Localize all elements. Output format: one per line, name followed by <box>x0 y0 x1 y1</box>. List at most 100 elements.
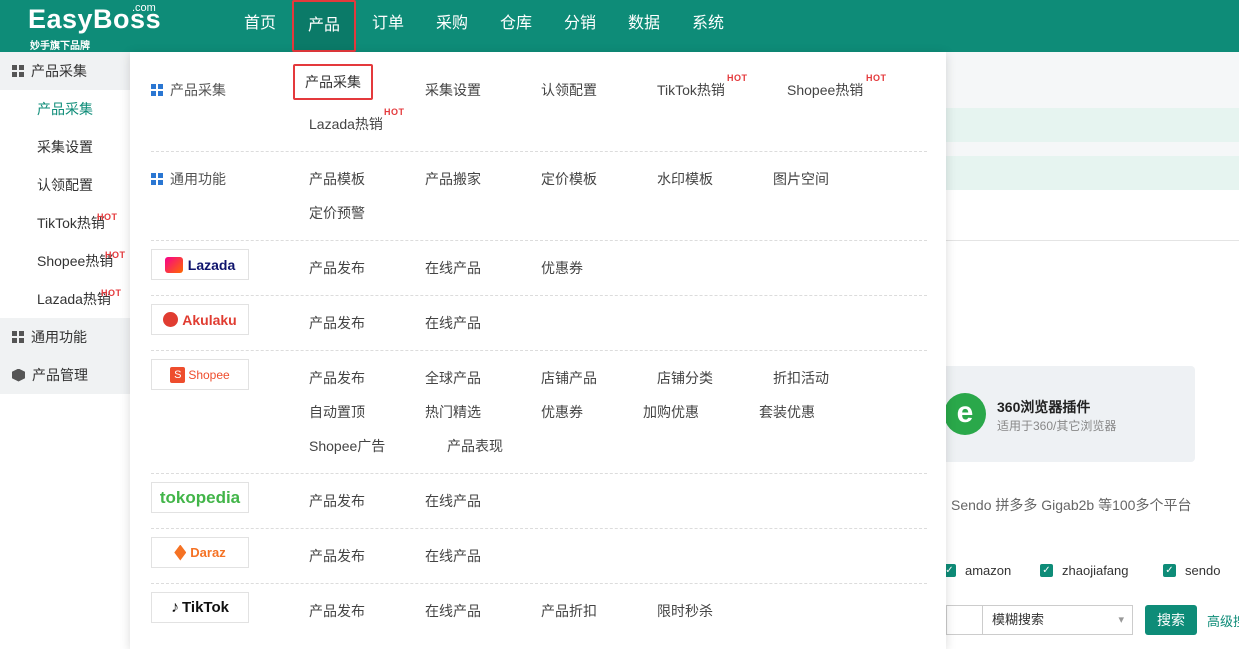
extension-card[interactable]: e 360浏览器插件 适用于360/其它浏览器 <box>930 366 1195 462</box>
brand-logo[interactable]: EasyBoss .com 妙手旗下品牌 <box>28 2 161 52</box>
bg-band <box>946 52 1239 108</box>
sidebar-item-label: TikTok热销 <box>37 215 105 231</box>
menu-link-tokopedia-online[interactable]: 在线产品 <box>425 491 481 511</box>
dropdown-section-collect: 产品采集 产品采集 采集设置 认领配置 TikTok热销 HOT Shopee热… <box>151 52 927 152</box>
hot-badge: HOT <box>727 73 748 83</box>
section-label: 通用功能 <box>151 169 226 189</box>
nav-warehouse[interactable]: 仓库 <box>484 0 548 52</box>
menu-link-tiktok-hot[interactable]: TikTok热销 HOT <box>657 73 747 100</box>
logo-text: Daraz <box>190 545 226 560</box>
menu-link-lazada-publish[interactable]: 产品发布 <box>309 258 365 278</box>
menu-link-shopee-store-category[interactable]: 店铺分类 <box>657 368 713 388</box>
section-label-text: 产品采集 <box>170 82 226 98</box>
menu-link-shopee-ads[interactable]: Shopee广告 <box>309 436 385 456</box>
tiktok-logo: ♪ TikTok <box>151 592 249 623</box>
menu-link-akulaku-online[interactable]: 在线产品 <box>425 313 481 333</box>
menu-link-daraz-publish[interactable]: 产品发布 <box>309 546 365 566</box>
grid-icon <box>151 84 163 96</box>
menu-link-claim-config[interactable]: 认领配置 <box>541 80 597 100</box>
sidebar-group-collect[interactable]: 产品采集 <box>0 52 130 90</box>
menu-link-tiktok-discount[interactable]: 产品折扣 <box>541 601 597 621</box>
lazada-heart-icon <box>164 256 183 273</box>
menu-link-product-move[interactable]: 产品搬家 <box>425 169 481 189</box>
logo-text: Lazada <box>187 256 236 273</box>
menu-link-shopee-store-products[interactable]: 店铺产品 <box>541 368 597 388</box>
akulaku-icon <box>163 312 179 327</box>
hot-badge: HOT <box>866 73 887 83</box>
menu-link-shopee-top-picks[interactable]: 热门精选 <box>425 402 481 422</box>
menu-link-tiktok-online[interactable]: 在线产品 <box>425 601 481 621</box>
menu-link-pricing-alert[interactable]: 定价预警 <box>309 203 365 223</box>
menu-link-shopee-coupon[interactable]: 优惠券 <box>541 402 583 422</box>
nav-data[interactable]: 数据 <box>612 0 676 52</box>
nav-purchase[interactable]: 采购 <box>420 0 484 52</box>
menu-link-product-collect[interactable]: 产品采集 <box>293 64 373 100</box>
divider <box>946 240 1239 241</box>
shopee-bag-icon: S <box>170 366 186 383</box>
dropdown-section-shopee: S Shopee 产品发布 全球产品 店铺产品 店铺分类 折扣活动 自动置顶 热… <box>151 351 927 474</box>
akulaku-logo: Akulaku <box>151 304 249 335</box>
checkbox-sendo[interactable]: ✓ sendo <box>1163 563 1220 578</box>
menu-link-shopee-bundle-deal[interactable]: 套装优惠 <box>759 402 815 422</box>
sidebar-group-general[interactable]: 通用功能 <box>0 318 130 356</box>
menu-link-label: Shopee热销 <box>787 82 864 98</box>
main-nav: 首页 产品 订单 采购 仓库 分销 数据 系统 <box>228 0 740 52</box>
menu-link-shopee-publish[interactable]: 产品发布 <box>309 368 365 388</box>
sidebar-group-label: 产品采集 <box>31 63 87 79</box>
menu-link-tiktok-flash-sale[interactable]: 限时秒杀 <box>657 601 713 621</box>
menu-link-pricing-template[interactable]: 定价模板 <box>541 169 597 189</box>
daraz-icon <box>174 544 187 561</box>
sidebar-item-collect[interactable]: 产品采集 <box>0 90 130 128</box>
dropdown-section-tokopedia: tokopedia 产品发布 在线产品 <box>151 474 927 529</box>
lazada-logo: Lazada <box>151 249 249 280</box>
menu-link-tiktok-publish[interactable]: 产品发布 <box>309 601 365 621</box>
search-button[interactable]: 搜索 <box>1145 605 1197 635</box>
section-label-text: 通用功能 <box>170 171 226 187</box>
menu-link-shopee-discount[interactable]: 折扣活动 <box>773 368 829 388</box>
checkbox-zhaojiafang[interactable]: ✓ zhaojiafang <box>1040 563 1129 578</box>
menu-link-shopee-hot[interactable]: Shopee热销 HOT <box>787 73 886 100</box>
menu-link-shopee-addon-deal[interactable]: 加购优惠 <box>643 402 699 422</box>
sidebar-item-label: Shopee热销 <box>37 253 114 269</box>
sidebar-group-product-manage[interactable]: 产品管理 <box>0 356 130 394</box>
nav-order[interactable]: 订单 <box>356 0 420 52</box>
nav-product[interactable]: 产品 <box>292 0 356 52</box>
platforms-text: Sendo 拼多多 Gigab2b 等100多个平台 <box>951 497 1192 513</box>
shopee-logo: S Shopee <box>151 359 249 390</box>
menu-link-lazada-coupon[interactable]: 优惠券 <box>541 258 583 278</box>
nav-distribution[interactable]: 分销 <box>548 0 612 52</box>
nav-home[interactable]: 首页 <box>228 0 292 52</box>
hot-badge: HOT <box>101 288 122 298</box>
menu-link-shopee-global[interactable]: 全球产品 <box>425 368 481 388</box>
nav-system[interactable]: 系统 <box>676 0 740 52</box>
menu-link-image-space[interactable]: 图片空间 <box>773 169 829 189</box>
logo-text: Shopee <box>188 367 230 382</box>
dropdown-section-daraz: Daraz 产品发布 在线产品 <box>151 529 927 584</box>
sidebar-item-lazada-hot[interactable]: Lazada热销 HOT <box>0 280 130 318</box>
menu-link-product-template[interactable]: 产品模板 <box>309 169 365 189</box>
checkbox-label: zhaojiafang <box>1062 563 1129 578</box>
menu-link-lazada-online[interactable]: 在线产品 <box>425 258 481 278</box>
sidebar-group-label: 产品管理 <box>32 367 88 383</box>
checkbox-label: amazon <box>965 563 1012 578</box>
search-mode-value: 模糊搜索 <box>992 612 1045 627</box>
sidebar-item-collect-settings[interactable]: 采集设置 <box>0 128 130 166</box>
menu-link-lazada-hot[interactable]: Lazada热销 HOT <box>309 107 404 134</box>
menu-link-collect-settings[interactable]: 采集设置 <box>425 80 481 100</box>
hot-badge: HOT <box>384 107 405 117</box>
menu-link-akulaku-publish[interactable]: 产品发布 <box>309 313 365 333</box>
menu-link-shopee-performance[interactable]: 产品表现 <box>447 436 503 456</box>
menu-link-tokopedia-publish[interactable]: 产品发布 <box>309 491 365 511</box>
search-mode-select[interactable]: 模糊搜索 ▾ <box>982 605 1133 635</box>
menu-link-watermark-template[interactable]: 水印模板 <box>657 169 713 189</box>
tiktok-note-icon: ♪ <box>171 598 180 616</box>
checkbox-label: sendo <box>1185 563 1221 578</box>
menu-link-label: Lazada热销 <box>309 116 383 132</box>
left-sidebar: 产品采集 产品采集 采集设置 认领配置 TikTok热销 HOT Shopee热… <box>0 52 130 649</box>
menu-link-shopee-auto-bump[interactable]: 自动置顶 <box>309 402 365 422</box>
advanced-search-link[interactable]: 高级搜 <box>1207 611 1239 630</box>
search-input[interactable] <box>946 605 982 635</box>
menu-link-daraz-online[interactable]: 在线产品 <box>425 546 481 566</box>
checkbox-amazon[interactable]: ✓ amazon <box>943 563 1011 578</box>
dropdown-section-general: 通用功能 产品模板 产品搬家 定价模板 水印模板 图片空间 定价预警 <box>151 152 927 241</box>
